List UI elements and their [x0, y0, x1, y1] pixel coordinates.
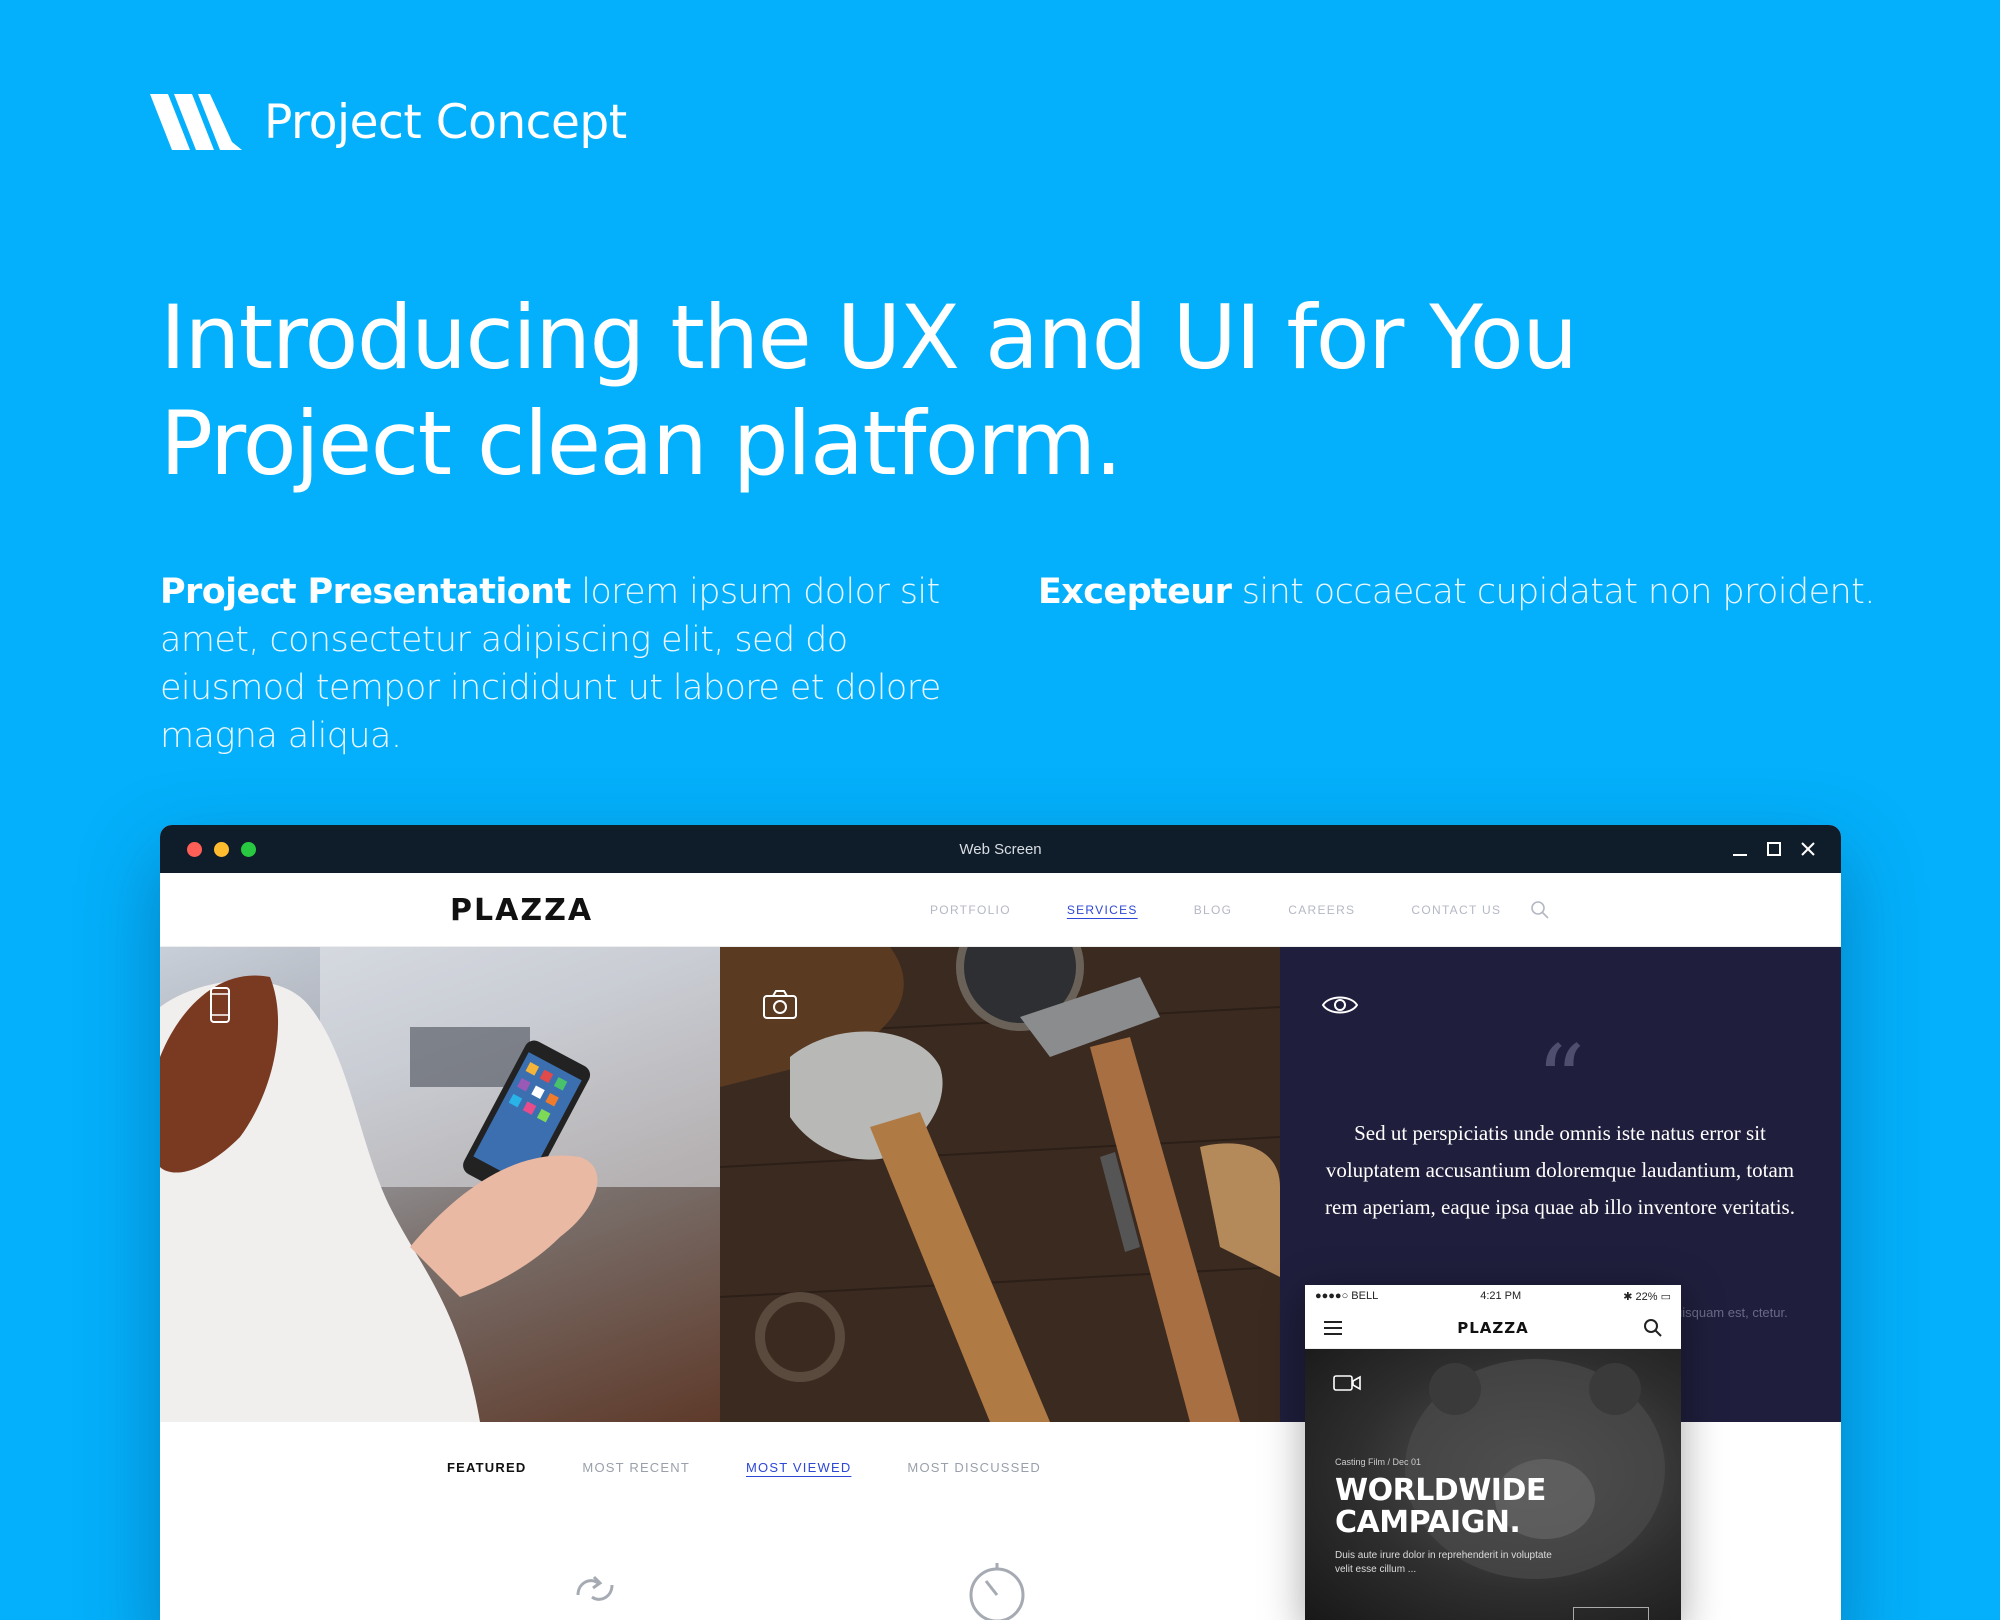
- nav-contact-us[interactable]: CONTACT US: [1411, 903, 1501, 917]
- stopwatch-icon: [969, 1563, 1025, 1620]
- close-icon[interactable]: [1796, 837, 1820, 861]
- mobile-read-more-button[interactable]: [1573, 1607, 1649, 1620]
- mobile-breadcrumb: Casting Film / Dec 01: [1335, 1457, 1422, 1467]
- brand-name: Project Concept: [264, 94, 627, 150]
- intro-right: Excepteur sint occaecat cupidatat non pr…: [1038, 568, 1938, 616]
- site-nav-links: PORTFOLIO SERVICES BLOG CAREERS CONTACT …: [930, 903, 1501, 917]
- phone-photo-illustration: [160, 947, 720, 1422]
- intro-right-bold: Excepteur: [1038, 572, 1232, 612]
- nav-careers[interactable]: CAREERS: [1288, 903, 1355, 917]
- tab-featured[interactable]: FEATURED: [447, 1460, 526, 1475]
- hamburger-menu-icon[interactable]: [1323, 1319, 1343, 1337]
- tools-photo-illustration: [720, 947, 1280, 1422]
- mobile-time: 4:21 PM: [1480, 1290, 1522, 1302]
- minimize-icon[interactable]: [1728, 837, 1752, 861]
- window-titlebar: Web Screen: [160, 825, 1841, 873]
- mobile-hero: Casting Film / Dec 01 WORLDWIDE CAMPAIGN…: [1305, 1349, 1681, 1620]
- search-icon[interactable]: [1530, 900, 1550, 920]
- nav-services[interactable]: SERVICES: [1067, 903, 1138, 917]
- tab-most-discussed[interactable]: MOST DISCUSSED: [907, 1460, 1041, 1475]
- page-headline: Introducing the UX and UI for You Projec…: [160, 286, 1578, 495]
- intro-left: Project Presentationt lorem ipsum dolor …: [160, 568, 980, 760]
- mobile-status-bar: ●●●●○ BELL 4:21 PM ✱ 22% ▭: [1305, 1285, 1681, 1307]
- intro-left-bold: Project Presentationt: [160, 572, 571, 612]
- mobile-logo[interactable]: PLAZZA: [1457, 1319, 1529, 1337]
- content-tabs: FEATURED MOST RECENT MOST VIEWED MOST DI…: [447, 1460, 1041, 1475]
- eye-icon: [1321, 996, 1359, 1014]
- camera-icon: [763, 990, 797, 1019]
- video-camera-icon: [1333, 1375, 1361, 1391]
- mobile-battery: ✱ 22% ▭: [1623, 1290, 1671, 1303]
- quote-ghost-text: uisquam est, ctetur.: [1675, 1305, 1788, 1320]
- brand-logo-icon: [150, 94, 242, 150]
- mobile-search-icon[interactable]: [1643, 1318, 1663, 1338]
- site-navbar: PLAZZA PORTFOLIO SERVICES BLOG CAREERS C…: [160, 873, 1841, 947]
- window-title: Web Screen: [959, 840, 1042, 858]
- mobile-mockup: ●●●●○ BELL 4:21 PM ✱ 22% ▭ PLAZZA Castin…: [1305, 1285, 1681, 1620]
- quote-text: Sed ut perspiciatis unde omnis iste natu…: [1325, 1121, 1795, 1219]
- brand: Project Concept: [150, 92, 627, 152]
- mobile-battery-level: 22%: [1635, 1290, 1658, 1303]
- window-close-dot[interactable]: [187, 842, 202, 857]
- hero-panel-tools-photo[interactable]: [720, 947, 1280, 1422]
- site-logo[interactable]: PLAZZA: [450, 893, 593, 928]
- refresh-link-icon: [576, 1575, 614, 1601]
- mobile-description: Duis aute irure dolor in reprehenderit i…: [1335, 1550, 1552, 1575]
- mobile-phone-icon: [210, 987, 230, 1023]
- window-zoom-dot[interactable]: [241, 842, 256, 857]
- nav-blog[interactable]: BLOG: [1194, 903, 1233, 917]
- tab-most-recent[interactable]: MOST RECENT: [582, 1460, 690, 1475]
- tab-most-viewed[interactable]: MOST VIEWED: [746, 1460, 851, 1475]
- hero-panel-phone-photo[interactable]: [160, 947, 720, 1422]
- mobile-carrier: ●●●●○ BELL: [1315, 1290, 1379, 1302]
- nav-portfolio[interactable]: PORTFOLIO: [930, 903, 1011, 917]
- maximize-icon[interactable]: [1762, 837, 1786, 861]
- intro-right-text: sint occaecat cupidatat non proident.: [1231, 572, 1876, 612]
- mobile-title: WORLDWIDE CAMPAIGN.: [1335, 1473, 1546, 1540]
- window-minimize-dot[interactable]: [214, 842, 229, 857]
- mobile-navbar: PLAZZA: [1305, 1307, 1681, 1349]
